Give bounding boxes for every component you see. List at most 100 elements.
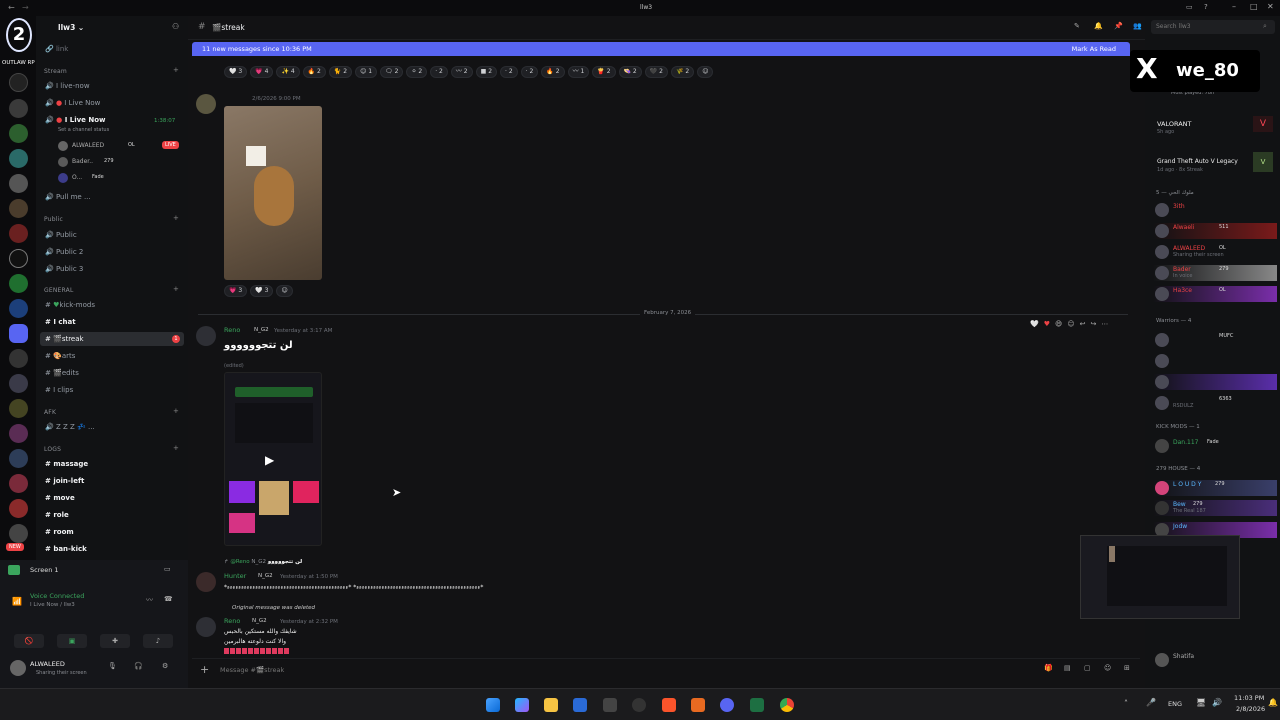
member-item[interactable]: ALWALEED OL Sharing their screen xyxy=(1153,244,1277,260)
stream-preview[interactable] xyxy=(1080,535,1240,619)
signal-icon[interactable]: 📶 xyxy=(12,597,22,606)
reaction[interactable]: ✨ 4 xyxy=(276,66,300,78)
game-activity[interactable]: VALORANT 5h ago V xyxy=(1153,110,1277,138)
screen-share-panel[interactable]: Screen 1 ▭ xyxy=(8,563,178,579)
avatar[interactable] xyxy=(196,326,216,346)
member-item[interactable]: 3ith xyxy=(1153,202,1277,218)
avatar[interactable] xyxy=(10,660,26,676)
member-item[interactable]: Dan.117 Fade xyxy=(1153,438,1277,454)
emoji-icon[interactable]: ☺ xyxy=(1104,664,1111,672)
message-author[interactable]: Reno xyxy=(224,617,240,625)
add-channel-icon[interactable]: + xyxy=(173,214,179,222)
reaction[interactable]: 🐈 2 xyxy=(328,66,353,78)
server-icon[interactable] xyxy=(9,274,28,293)
channel-public[interactable]: 🔊 Public xyxy=(40,228,184,242)
camera-button[interactable]: 🚫 xyxy=(14,634,44,648)
excel-icon[interactable] xyxy=(750,698,764,712)
windows-start-icon[interactable] xyxy=(486,698,500,712)
heart-reaction-icon[interactable]: 🤍 xyxy=(1030,320,1044,328)
server-icon[interactable] xyxy=(9,499,28,518)
server-icon[interactable] xyxy=(9,374,28,393)
voice-user[interactable]: O... Fade xyxy=(58,172,182,184)
channel-pull-me[interactable]: 🔊 Pull me ... xyxy=(40,190,184,204)
reaction[interactable]: 〰 1 xyxy=(567,66,590,78)
reply-preview[interactable]: ↱ @Reno N_G2 لن تتجووووو xyxy=(224,559,302,565)
server-icon[interactable] xyxy=(9,174,28,193)
reaction[interactable]: 👒 2 xyxy=(618,66,642,78)
category-logs[interactable]: LOGS xyxy=(44,446,61,453)
obs-icon[interactable] xyxy=(632,698,646,712)
server-icon[interactable] xyxy=(9,249,28,268)
share-screen-button[interactable]: ▣ xyxy=(57,634,87,648)
clock-date[interactable]: 2/8/2026 xyxy=(1236,705,1265,713)
new-messages-banner[interactable]: 11 new messages since 10:36 PM Mark As R… xyxy=(192,42,1130,56)
message-author[interactable]: Hunter xyxy=(224,572,246,580)
server-icon[interactable] xyxy=(9,324,28,343)
activity-button[interactable]: ✚ xyxy=(100,634,130,648)
search-box[interactable]: Search llw3 ⌕ xyxy=(1151,20,1275,34)
more-icon[interactable]: ⋯ xyxy=(1101,320,1113,328)
server-icon[interactable] xyxy=(9,349,28,368)
store-icon[interactable] xyxy=(573,698,587,712)
notification-icon[interactable]: 🔔 xyxy=(1268,698,1278,707)
add-reaction-icon[interactable]: ☺ xyxy=(1067,320,1079,328)
server-icon[interactable] xyxy=(9,124,28,143)
member-item[interactable]: L O U D Y 279 xyxy=(1153,480,1277,496)
inbox-icon[interactable]: ▭ xyxy=(1186,3,1193,11)
reply-icon[interactable]: ↩ xyxy=(1080,320,1091,328)
app-icon[interactable] xyxy=(691,698,705,712)
channel-arts[interactable]: # 🎨arts xyxy=(40,349,184,363)
heart-reaction-icon[interactable]: ♥ xyxy=(1044,320,1055,328)
threads-icon[interactable]: ✎ xyxy=(1074,22,1080,30)
reaction[interactable]: ⚪ 2 xyxy=(406,66,428,78)
clock-time[interactable]: 11:03 PM xyxy=(1234,694,1264,702)
channel-live-now-1[interactable]: 🔊 I live-now xyxy=(40,79,184,93)
play-icon[interactable]: ▶ xyxy=(265,453,274,467)
mic-tray-icon[interactable]: 🎤 xyxy=(1146,698,1156,707)
reaction[interactable]: 💗 3 🤍 3 ☺ xyxy=(224,285,296,297)
reaction[interactable]: 😊 1 xyxy=(355,66,378,78)
add-reaction-icon[interactable]: ☺ xyxy=(697,66,714,78)
message-input[interactable] xyxy=(220,664,1000,676)
message-image[interactable] xyxy=(224,106,322,280)
server-icon[interactable] xyxy=(9,73,28,92)
forward-arrow-icon[interactable]: → xyxy=(22,3,29,12)
server-icon[interactable] xyxy=(9,99,28,118)
language-indicator[interactable]: ENG xyxy=(1168,700,1182,708)
disconnect-icon[interactable]: ☎ xyxy=(164,595,173,603)
add-channel-icon[interactable]: + xyxy=(173,285,179,293)
sticker-icon[interactable]: ▢ xyxy=(1084,664,1091,672)
server-icon[interactable] xyxy=(9,474,28,493)
member-item[interactable]: Alwaeli 511 xyxy=(1153,223,1277,239)
avatar[interactable] xyxy=(196,617,216,637)
reaction[interactable]: · 2 xyxy=(520,66,539,78)
reaction[interactable]: ■ 2 xyxy=(475,66,498,78)
gift-icon[interactable]: 🎁 xyxy=(1044,664,1053,672)
server-icon[interactable] xyxy=(9,524,28,543)
add-channel-icon[interactable]: + xyxy=(173,66,179,74)
emoji-reaction-icon[interactable]: 😄 xyxy=(1055,320,1067,328)
server-logo[interactable]: 2 OUTLAW RP xyxy=(2,18,35,66)
soundboard-button[interactable]: ♪ xyxy=(143,634,173,648)
headphones-icon[interactable]: 🎧 xyxy=(134,662,143,670)
help-icon[interactable]: ? xyxy=(1204,3,1208,11)
channel-room[interactable]: # room xyxy=(40,525,184,539)
notification-bell-icon[interactable]: 🔔 xyxy=(1094,22,1103,30)
server-header[interactable]: llw3 ⌄ xyxy=(58,23,84,32)
category-stream[interactable]: Stream xyxy=(44,68,67,75)
member-item[interactable] xyxy=(1153,353,1277,369)
video-attachment[interactable]: ▶ xyxy=(224,372,322,546)
noise-suppression-icon[interactable]: 〰 xyxy=(146,595,153,605)
member-item[interactable]: Bew 279 The Real 187 xyxy=(1153,500,1277,516)
channel-chat[interactable]: # I chat xyxy=(40,315,184,329)
maximize-button[interactable]: □ xyxy=(1250,2,1258,11)
stop-stream-icon[interactable]: ▭ xyxy=(164,565,171,573)
calculator-icon[interactable] xyxy=(603,698,617,712)
tray-chevron-icon[interactable]: ˄ xyxy=(1124,699,1128,708)
gif-icon[interactable]: ▤ xyxy=(1064,664,1071,672)
reaction[interactable]: 🖤 2 xyxy=(644,66,668,78)
reaction[interactable]: 〰 2 xyxy=(450,66,473,78)
server-icon[interactable] xyxy=(9,224,28,243)
reaction[interactable]: 🔥 2 xyxy=(541,66,565,78)
reaction[interactable]: 🔥 2 xyxy=(302,66,326,78)
